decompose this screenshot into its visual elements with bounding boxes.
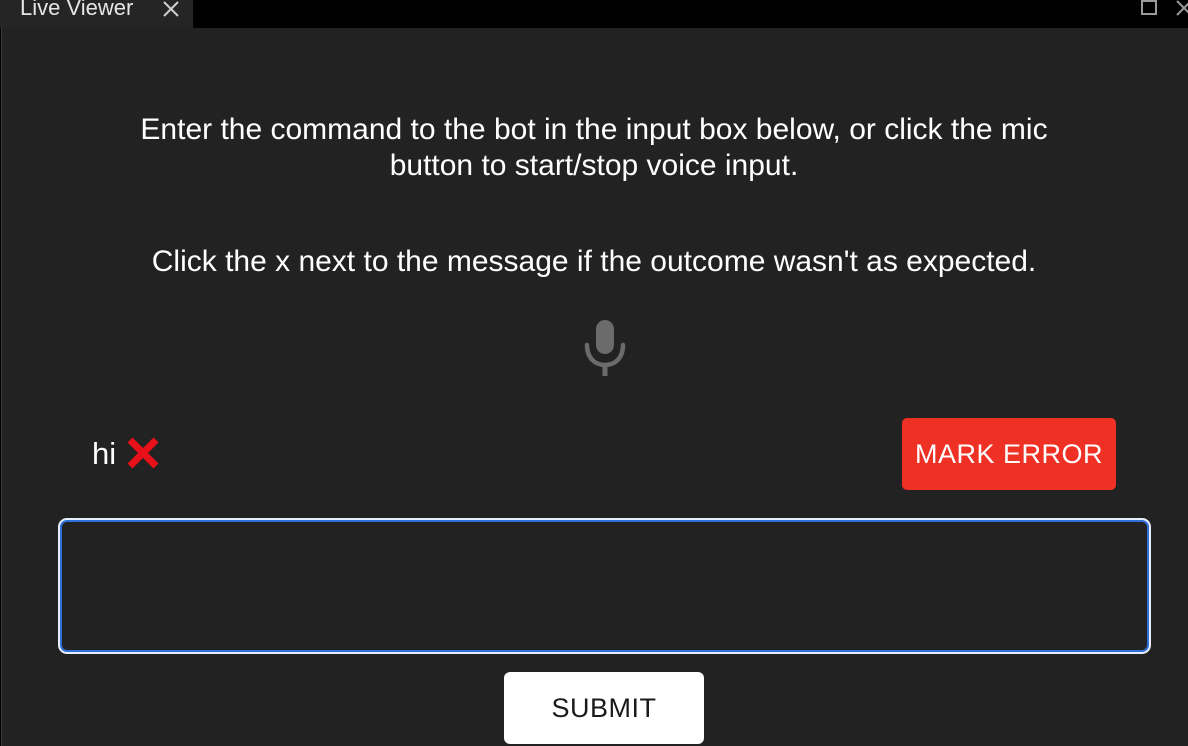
mark-error-button[interactable]: MARK ERROR (902, 418, 1116, 490)
live-viewer-window: Live Viewer Enter the command to the bot… (0, 0, 1188, 746)
maximize-icon[interactable] (1141, 0, 1157, 16)
red-x-icon[interactable] (126, 436, 160, 470)
instruction-line-1: Enter the command to the bot in the inpu… (140, 113, 1048, 146)
tab-close-icon[interactable] (160, 0, 182, 20)
tab-live-viewer[interactable]: Live Viewer (0, 0, 193, 28)
submit-button[interactable]: SUBMIT (504, 672, 704, 744)
window-close-icon[interactable] (1174, 0, 1188, 16)
instruction-text: Enter the command to the bot in the inpu… (0, 112, 1188, 184)
error-instruction-text: Click the x next to the message if the o… (151, 245, 1037, 278)
microphone-icon (584, 320, 626, 376)
message-text: hi (92, 436, 117, 471)
microphone-button[interactable] (582, 318, 628, 378)
tab-bar: Live Viewer (0, 0, 1188, 28)
instruction-line-2: button to start/stop voice input. (389, 149, 799, 182)
tab-title: Live Viewer (20, 0, 134, 20)
command-input[interactable] (58, 518, 1151, 654)
